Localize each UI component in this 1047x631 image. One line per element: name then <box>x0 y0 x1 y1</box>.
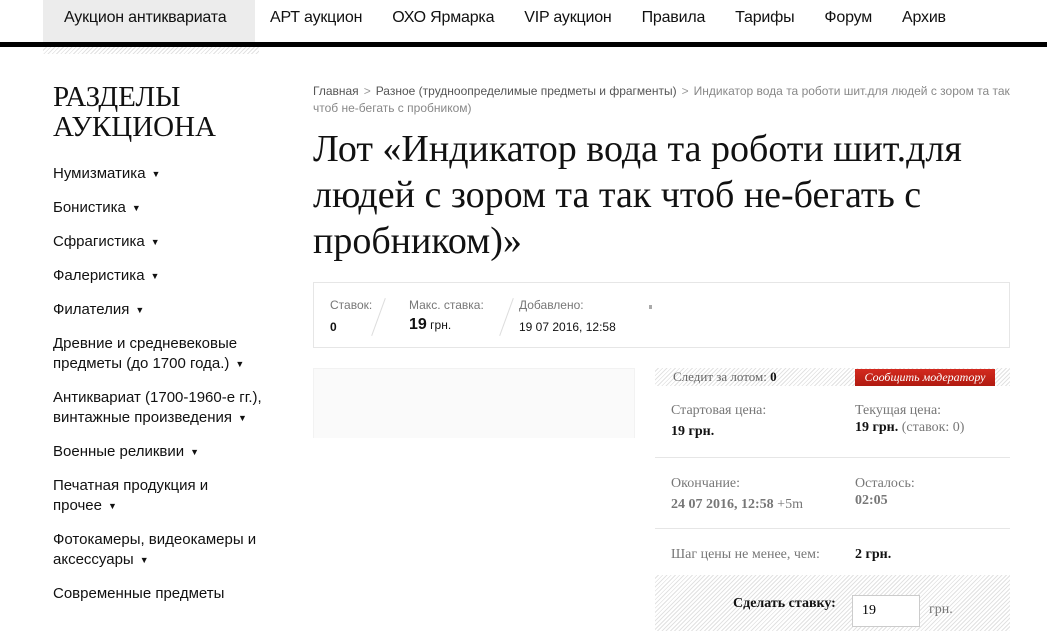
caret-down-icon[interactable]: ▼ <box>140 555 149 565</box>
caret-down-icon[interactable]: ▼ <box>135 305 144 315</box>
nav-rules[interactable]: Правила <box>627 0 721 42</box>
breadcrumb-separator: > <box>363 84 371 98</box>
sidebar-item-label: Фотокамеры, видеокамеры и аксессуары <box>53 531 257 568</box>
bid-row: Сделать ставку: грн. <box>655 575 1010 631</box>
sidebar-item-label: Антиквариат (1700-1960-е гг.), винтажные… <box>53 389 262 426</box>
nav-art-auction[interactable]: АРТ аукцион <box>255 0 377 42</box>
price-row: Стартовая цена: 19 грн. Текущая цена: 19… <box>655 386 1010 458</box>
nav-vip-auction[interactable]: VIP аукцион <box>509 0 626 42</box>
sidebar-item[interactable]: Бонистика ▼ <box>53 198 273 218</box>
unknown-icon <box>649 305 652 309</box>
sidebar-item-label: Современные предметы <box>53 585 225 602</box>
bids-stat: Ставок: 0 <box>330 298 372 334</box>
added-stat: Добавлено: 19 07 2016, 12:58 <box>519 298 616 334</box>
watchers-label: Следит за лотом: <box>673 369 767 384</box>
sidebar-item[interactable]: Печатная продукция и прочее ▼ <box>53 476 273 516</box>
max-bid-value: 19 <box>409 316 427 333</box>
time-left-label: Осталось: <box>855 476 915 491</box>
nav-forum[interactable]: Форум <box>809 0 887 42</box>
bid-unit: грн. <box>929 602 953 617</box>
current-price: 19 грн. <box>855 420 899 435</box>
bid-panel: Следит за лотом: 0 Сообщить модератору С… <box>655 368 1010 631</box>
report-moderator-button[interactable]: Сообщить модератору <box>855 369 995 386</box>
caret-down-icon[interactable]: ▼ <box>238 413 247 423</box>
step-label: Шаг цены не менее, чем: <box>671 547 820 562</box>
nav-antique-auction[interactable]: Аукцион антиквариата <box>43 0 255 42</box>
sidebar-item[interactable]: Военные реликвии ▼ <box>53 442 273 462</box>
bid-input[interactable] <box>852 595 920 627</box>
nav-archive[interactable]: Архив <box>887 0 961 42</box>
end-label: Окончание: <box>671 476 741 491</box>
end-extension: +5m <box>777 497 803 512</box>
sidebar-item-label: Бонистика <box>53 199 126 216</box>
caret-down-icon[interactable]: ▼ <box>108 501 117 511</box>
sidebar-item[interactable]: Древние и средневековые предметы (до 170… <box>53 334 273 374</box>
bids-label: Ставок: <box>330 298 373 312</box>
bids-value: 0 <box>330 320 337 334</box>
time-left: 02:05 <box>855 493 888 508</box>
watchers: Следит за лотом: 0 Сообщить модератору <box>655 368 1010 386</box>
lot-stats: Ставок: 0 Макс. ставка: 19 грн. Добавлено:… <box>313 282 1010 348</box>
nav-oxo-fair[interactable]: ОХО Ярмарка <box>377 0 509 42</box>
sidebar-item-label: Сфрагистика <box>53 233 145 250</box>
sidebar-item-label: Фалеристика <box>53 267 145 284</box>
caret-down-icon[interactable]: ▼ <box>151 237 160 247</box>
caret-down-icon[interactable]: ▼ <box>132 203 141 213</box>
end-row: Окончание: 24 07 2016, 12:58 +5m Осталос… <box>655 458 1010 529</box>
caret-down-icon[interactable]: ▼ <box>190 447 199 457</box>
start-price: 19 грн. <box>671 424 715 439</box>
step-value: 2 грн. <box>855 547 892 562</box>
caret-down-icon[interactable]: ▼ <box>235 359 244 369</box>
end-date: 24 07 2016, 12:58 <box>671 497 774 512</box>
sidebar-title: РАЗДЕЛЫ АУКЦИОНА <box>53 81 216 143</box>
sidebar-item[interactable]: Филателия ▼ <box>53 300 273 320</box>
sidebar-item-label: Филателия <box>53 301 130 318</box>
page-title: Лот «Индикатор вода та роботи шит.для лю… <box>313 128 962 262</box>
breadcrumb-home[interactable]: Главная <box>313 84 359 98</box>
lot-image[interactable] <box>313 368 635 438</box>
sidebar-item[interactable]: Современные предметы <box>53 584 273 604</box>
sidebar: РАЗДЕЛЫ АУКЦИОНА Нумизматика ▼ Бонистика ▼ С… <box>53 82 273 618</box>
max-bid-unit: грн. <box>430 318 452 332</box>
current-bids-note: (ставок: 0) <box>901 420 965 435</box>
sidebar-item-label: Нумизматика <box>53 165 146 182</box>
active-tab-hatch <box>43 47 259 54</box>
watchers-count: 0 <box>770 369 777 384</box>
sidebar-item-label: Военные реликвии <box>53 443 185 460</box>
sidebar-item[interactable]: Фалеристика ▼ <box>53 266 273 286</box>
caret-down-icon[interactable]: ▼ <box>151 271 160 281</box>
divider <box>499 298 514 336</box>
breadcrumb-separator: > <box>681 84 689 98</box>
sidebar-item[interactable]: Нумизматика ▼ <box>53 164 273 184</box>
sidebar-item-label: Печатная продукция и прочее <box>53 477 209 514</box>
current-price-label: Текущая цена: <box>855 403 942 418</box>
caret-down-icon[interactable]: ▼ <box>152 169 161 179</box>
sidebar-item-label: Древние и средневековые предметы (до 170… <box>53 335 238 372</box>
start-price-label: Стартовая цена: <box>671 403 767 418</box>
max-bid-label: Макс. ставка: <box>409 298 484 312</box>
breadcrumb-category[interactable]: Разное (трудноопределимые предметы и фра… <box>376 84 677 98</box>
sidebar-item[interactable]: Фотокамеры, видеокамеры и аксессуары ▼ <box>53 530 273 570</box>
bid-label: Сделать ставку: <box>733 596 836 611</box>
max-bid-stat: Макс. ставка: 19 грн. <box>409 298 484 334</box>
breadcrumb: Главная > Разное (трудноопределимые предме… <box>313 83 1013 117</box>
divider <box>371 298 386 336</box>
sidebar-item[interactable]: Сфрагистика ▼ <box>53 232 273 252</box>
added-label: Добавлено: <box>519 298 584 312</box>
added-value: 19 07 2016, 12:58 <box>519 320 616 334</box>
top-nav: Аукцион антиквариата АРТ аукцион ОХО Ярм… <box>0 0 1047 42</box>
nav-tariffs[interactable]: Тарифы <box>720 0 809 42</box>
sidebar-item[interactable]: Антиквариат (1700-1960-е гг.), винтажные… <box>53 388 273 428</box>
step-row: Шаг цены не менее, чем: 2 грн. <box>655 529 1010 575</box>
